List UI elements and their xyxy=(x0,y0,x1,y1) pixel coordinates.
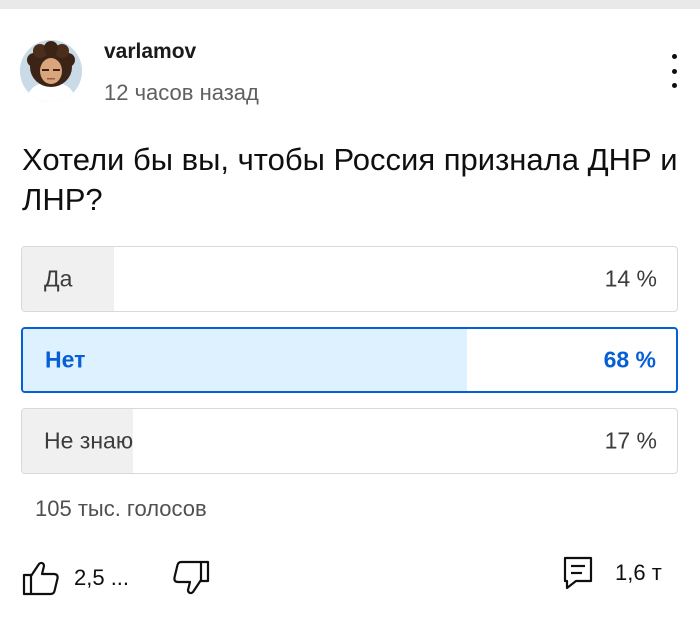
more-vert-icon xyxy=(671,54,677,59)
avatar-image xyxy=(20,40,82,102)
poll-option-percent: 17 % xyxy=(604,427,657,454)
poll-option-label: Не знаю xyxy=(44,427,134,454)
poll-option-yes[interactable]: Да 14 % xyxy=(21,246,678,312)
comment-count: 1,6 т xyxy=(615,560,662,585)
top-separator xyxy=(0,0,700,9)
author-name[interactable]: varlamov xyxy=(104,40,196,64)
poll-option-label: Нет xyxy=(45,346,86,373)
poll-option-dont-know[interactable]: Не знаю 17 % xyxy=(21,408,678,474)
thumbs-up-icon xyxy=(22,561,59,596)
dislike-button[interactable] xyxy=(172,560,210,596)
thumbs-down-icon xyxy=(173,560,210,595)
more-options-button[interactable] xyxy=(661,54,687,88)
author-avatar[interactable] xyxy=(20,40,82,102)
more-vert-icon-dot xyxy=(671,83,677,88)
poll-option-percent: 68 % xyxy=(603,346,656,373)
comment-icon xyxy=(563,556,593,590)
poll-option-percent: 14 % xyxy=(604,265,657,292)
like-button[interactable]: 2,5 ... xyxy=(22,560,129,596)
poll-question: Хотели бы вы, чтобы Россия признала ДНР … xyxy=(22,142,678,217)
vote-count: 105 тыс. голосов xyxy=(35,496,207,521)
more-vert-icon-dot xyxy=(671,68,677,74)
post-time: 12 часов назад xyxy=(104,80,259,105)
comments-button[interactable]: 1,6 т xyxy=(563,556,662,590)
poll-option-no[interactable]: Нет 68 % xyxy=(21,327,678,393)
like-count: 2,5 ... xyxy=(74,565,130,590)
poll-option-fill xyxy=(23,329,468,391)
poll-option-label: Да xyxy=(44,265,73,292)
